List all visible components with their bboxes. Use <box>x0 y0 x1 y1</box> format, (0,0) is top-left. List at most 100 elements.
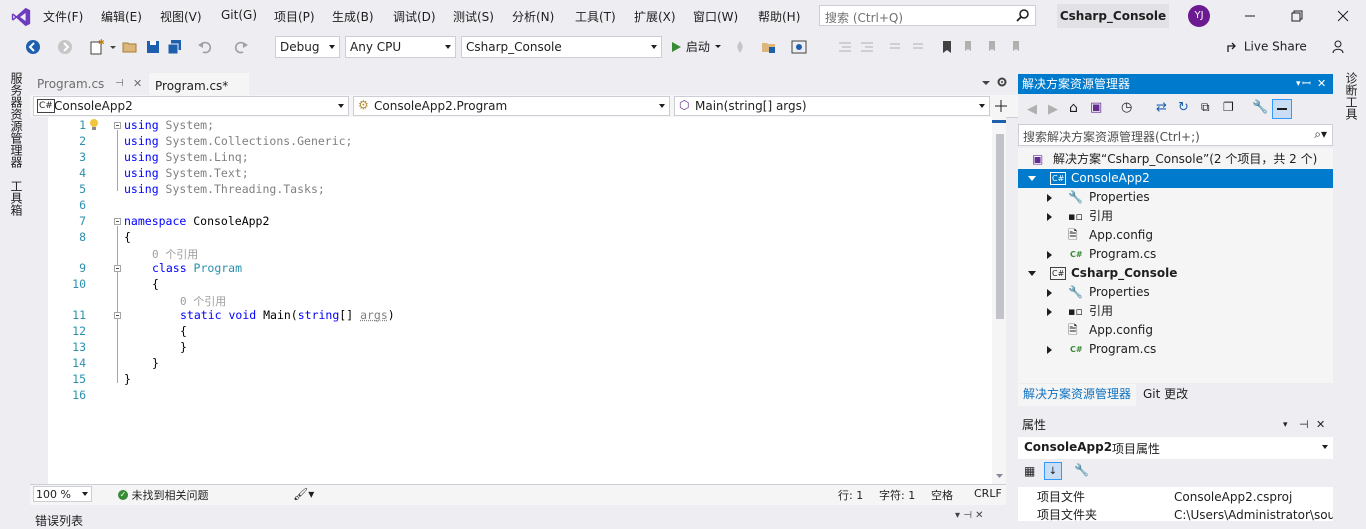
collapsed-icon[interactable] <box>1047 308 1052 316</box>
collapsed-icon[interactable] <box>1047 346 1052 354</box>
panel-controls[interactable]: ▾ ⊣ ✕ <box>955 510 983 521</box>
tab-dropdown-icon[interactable] <box>981 78 991 88</box>
tree-item-properties[interactable]: 🔧 Properties <box>1018 283 1333 302</box>
wrench-icon[interactable]: 🔧 <box>1074 463 1089 477</box>
avatar[interactable]: YJ <box>1188 5 1210 27</box>
comment-icon[interactable] <box>887 38 905 56</box>
tree-item-references[interactable]: ▪▫ 引用 <box>1018 302 1333 321</box>
properties-object-select[interactable]: ConsoleApp2 项目属性 <box>1018 437 1333 459</box>
uncomment-icon[interactable] <box>910 38 928 56</box>
line-ending-indicator[interactable]: CRLF <box>974 487 1002 500</box>
settings-gear-icon[interactable] <box>996 76 1008 88</box>
clear-bookmarks-icon[interactable] <box>1008 38 1026 56</box>
restore-icon[interactable] <box>1287 6 1307 26</box>
type-nav-select[interactable]: ⚙ ConsoleApp2.Program <box>353 96 670 116</box>
tree-item-references[interactable]: ▪▫ 引用 <box>1018 207 1333 226</box>
menu-git[interactable]: Git(G) <box>221 8 257 22</box>
show-all-files-icon[interactable]: ❐ <box>1223 100 1234 114</box>
collapsed-icon[interactable] <box>1047 194 1052 202</box>
sync-icon[interactable]: ⇄ <box>1156 100 1167 115</box>
redo-icon[interactable] <box>232 38 250 56</box>
folder-view-icon[interactable] <box>760 38 778 56</box>
collapsed-icon[interactable] <box>1047 213 1052 221</box>
switch-views-icon[interactable]: ▣ <box>1090 100 1102 115</box>
alphabetical-icon[interactable]: ↓ <box>1044 462 1062 480</box>
split-window-icon[interactable] <box>994 99 1008 113</box>
back-icon[interactable]: ◀ <box>1027 102 1037 117</box>
codelens-references[interactable]: 0 个引用 <box>152 246 198 262</box>
live-share-button[interactable]: Live Share <box>1226 39 1307 54</box>
whitespace-indicator[interactable]: 空格 <box>931 487 953 503</box>
save-all-icon[interactable] <box>166 38 184 56</box>
codelens-references[interactable]: 0 个引用 <box>180 293 226 309</box>
zoom-select[interactable]: 100 % <box>33 486 92 502</box>
categorized-icon[interactable]: ▦ <box>1024 464 1035 478</box>
hot-reload-icon[interactable] <box>731 38 749 56</box>
member-nav-select[interactable]: ⬡ Main(string[] args) <box>674 96 990 116</box>
collapse-all-icon[interactable]: ⧉ <box>1201 100 1210 115</box>
history-icon[interactable]: ◷ <box>1121 100 1132 115</box>
back-icon[interactable] <box>24 38 42 56</box>
pin-icon[interactable]: ꟷ <box>1302 74 1311 94</box>
preview-toggle[interactable] <box>1272 99 1292 119</box>
open-folder-icon[interactable] <box>121 38 139 56</box>
issues-indicator[interactable]: ✓ 未找到相关问题 <box>118 487 209 503</box>
menu-window[interactable]: 窗口(W) <box>693 8 738 25</box>
tree-item-project-consoleapp2[interactable]: C# ConsoleApp2 <box>1018 169 1333 188</box>
tree-item-solution[interactable]: ▣ 解决方案“Csharp_Console”(2 个项目，共 2 个) <box>1018 150 1333 169</box>
menu-extensions[interactable]: 扩展(X) <box>634 8 676 25</box>
solution-search-input[interactable]: 搜索解决方案资源管理器(Ctrl+;) ⌕▾ <box>1018 124 1333 146</box>
collapsed-icon[interactable] <box>1047 251 1052 259</box>
tree-item-app-config[interactable]: 🗎 App.config <box>1018 226 1333 245</box>
forward-icon[interactable]: ▶ <box>1048 102 1058 117</box>
refresh-icon[interactable]: ↻ <box>1178 100 1189 115</box>
menu-view[interactable]: 视图(V) <box>160 8 202 25</box>
scroll-down-icon[interactable] <box>995 472 1004 480</box>
format-icon[interactable] <box>836 38 854 56</box>
home-icon[interactable]: ⌂ <box>1069 100 1078 116</box>
wrench-icon[interactable]: 🔧 <box>1252 100 1268 115</box>
server-explorer-tab[interactable]: 服务器资源管理器 <box>8 72 25 168</box>
next-bookmark-icon[interactable] <box>984 38 1002 56</box>
tab-program-cs-modified[interactable]: Program.cs* <box>149 73 249 95</box>
platform-select[interactable]: Any CPU <box>345 36 456 58</box>
menu-build[interactable]: 生成(B) <box>332 8 374 25</box>
startup-project-select[interactable]: Csharp_Console <box>461 36 662 58</box>
property-row[interactable]: 项目文件夹 C:\Users\Administrator\sou <box>1018 506 1333 524</box>
pin-icon[interactable]: ⊣ <box>1299 415 1309 435</box>
tab-program-cs[interactable]: Program.cs ⊣ ✕ <box>31 73 149 95</box>
tree-item-project-csharp-console[interactable]: C# Csharp_Console <box>1018 264 1333 283</box>
tree-item-app-config[interactable]: 🗎 App.config <box>1018 321 1333 340</box>
close-icon[interactable]: ✕ <box>1316 415 1325 435</box>
browser-icon[interactable] <box>790 38 808 56</box>
menu-file[interactable]: 文件(F) <box>43 8 83 25</box>
expanded-icon[interactable] <box>1028 271 1036 276</box>
close-icon[interactable] <box>1333 6 1353 26</box>
pin-icon[interactable]: ⊣ <box>115 73 124 95</box>
tab-solution-explorer[interactable]: 解决方案资源管理器 <box>1018 384 1136 406</box>
minimize-icon[interactable] <box>1240 6 1260 26</box>
tree-item-properties[interactable]: 🔧 Properties <box>1018 188 1333 207</box>
close-icon[interactable]: ✕ <box>1317 74 1326 94</box>
menu-debug[interactable]: 调试(D) <box>393 8 436 25</box>
menu-project[interactable]: 项目(P) <box>274 8 315 25</box>
menu-test[interactable]: 测试(S) <box>453 8 494 25</box>
undo-icon[interactable] <box>196 38 214 56</box>
line-indicator[interactable]: 行: 1 <box>838 487 863 503</box>
collapsed-icon[interactable] <box>1047 289 1052 297</box>
tab-git-changes[interactable]: Git 更改 <box>1143 384 1188 404</box>
lightbulb-icon[interactable] <box>88 118 100 132</box>
bookmark-icon[interactable] <box>938 38 956 56</box>
expanded-icon[interactable] <box>1028 176 1036 181</box>
toolbox-tab[interactable]: 工具箱 <box>8 180 25 216</box>
config-select[interactable]: Debug <box>275 36 340 58</box>
new-project-icon[interactable]: ✱ <box>88 38 106 56</box>
fold-marker[interactable] <box>114 218 121 225</box>
menu-analyze[interactable]: 分析(N) <box>512 8 554 25</box>
feedback-icon[interactable] <box>1330 38 1348 56</box>
diagnostics-tools-tab[interactable]: 诊断工具 <box>1343 72 1360 120</box>
property-row[interactable]: 项目文件 ConsoleApp2.csproj <box>1018 488 1333 506</box>
close-tab-icon[interactable]: ✕ <box>133 73 142 95</box>
fold-marker[interactable] <box>114 265 121 272</box>
tree-item-program-cs[interactable]: C# Program.cs <box>1018 340 1333 359</box>
